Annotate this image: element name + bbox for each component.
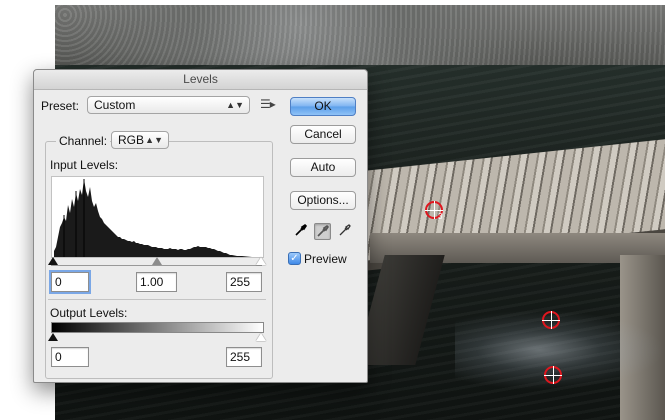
- color-sampler-marker[interactable]: [542, 311, 560, 329]
- channel-label: Channel:: [56, 134, 111, 148]
- input-white-field[interactable]: 255: [226, 272, 262, 292]
- color-sampler-number: 3: [438, 212, 443, 221]
- preset-label: Preset:: [41, 99, 80, 113]
- preset-value: Custom: [94, 98, 136, 112]
- channel-select[interactable]: RGB ▲▼: [111, 131, 169, 149]
- input-slider-track: [51, 265, 262, 266]
- preview-label[interactable]: Preview: [304, 252, 347, 266]
- white-point-eyedropper-icon[interactable]: [336, 223, 353, 240]
- auto-button[interactable]: Auto: [290, 158, 356, 177]
- output-levels-label: Output Levels:: [50, 306, 128, 320]
- select-arrows-icon: ▲▼: [145, 135, 163, 145]
- select-arrows-icon: ▲▼: [226, 100, 244, 110]
- levels-dialog: Levels Preset: Custom ▲▼ ☰▸ OK Cancel Au…: [33, 69, 368, 383]
- output-black-slider-handle[interactable]: [48, 333, 58, 341]
- black-point-eyedropper-icon[interactable]: [292, 223, 309, 240]
- options-button[interactable]: Options...: [290, 191, 356, 210]
- input-black-slider-handle[interactable]: [48, 257, 58, 265]
- histogram-graph: [54, 179, 252, 257]
- separator: [48, 299, 266, 300]
- preset-menu-icon[interactable]: ☰▸: [260, 97, 276, 111]
- cancel-button[interactable]: Cancel: [290, 125, 356, 144]
- output-white-field[interactable]: 255: [226, 347, 262, 367]
- gray-point-eyedropper-icon[interactable]: [314, 223, 331, 240]
- color-sampler-marker[interactable]: [544, 366, 562, 384]
- preview-checkbox[interactable]: ✓: [288, 252, 301, 265]
- color-sampler-marker[interactable]: 3: [425, 201, 443, 221]
- input-levels-label: Input Levels:: [50, 158, 119, 172]
- input-white-slider-handle[interactable]: [256, 257, 266, 265]
- output-white-slider-handle[interactable]: [256, 333, 266, 341]
- preset-select[interactable]: Custom ▲▼: [87, 96, 250, 114]
- input-black-field[interactable]: 0: [51, 272, 89, 292]
- channel-value: RGB: [118, 133, 145, 147]
- input-gamma-field[interactable]: 1.00: [136, 272, 177, 292]
- input-gamma-slider-handle[interactable]: [152, 257, 162, 265]
- ok-button[interactable]: OK: [290, 97, 356, 116]
- output-black-field[interactable]: 0: [51, 347, 89, 367]
- histogram: [51, 176, 264, 258]
- dialog-title[interactable]: Levels: [34, 70, 367, 90]
- output-gradient-bar: [51, 322, 264, 333]
